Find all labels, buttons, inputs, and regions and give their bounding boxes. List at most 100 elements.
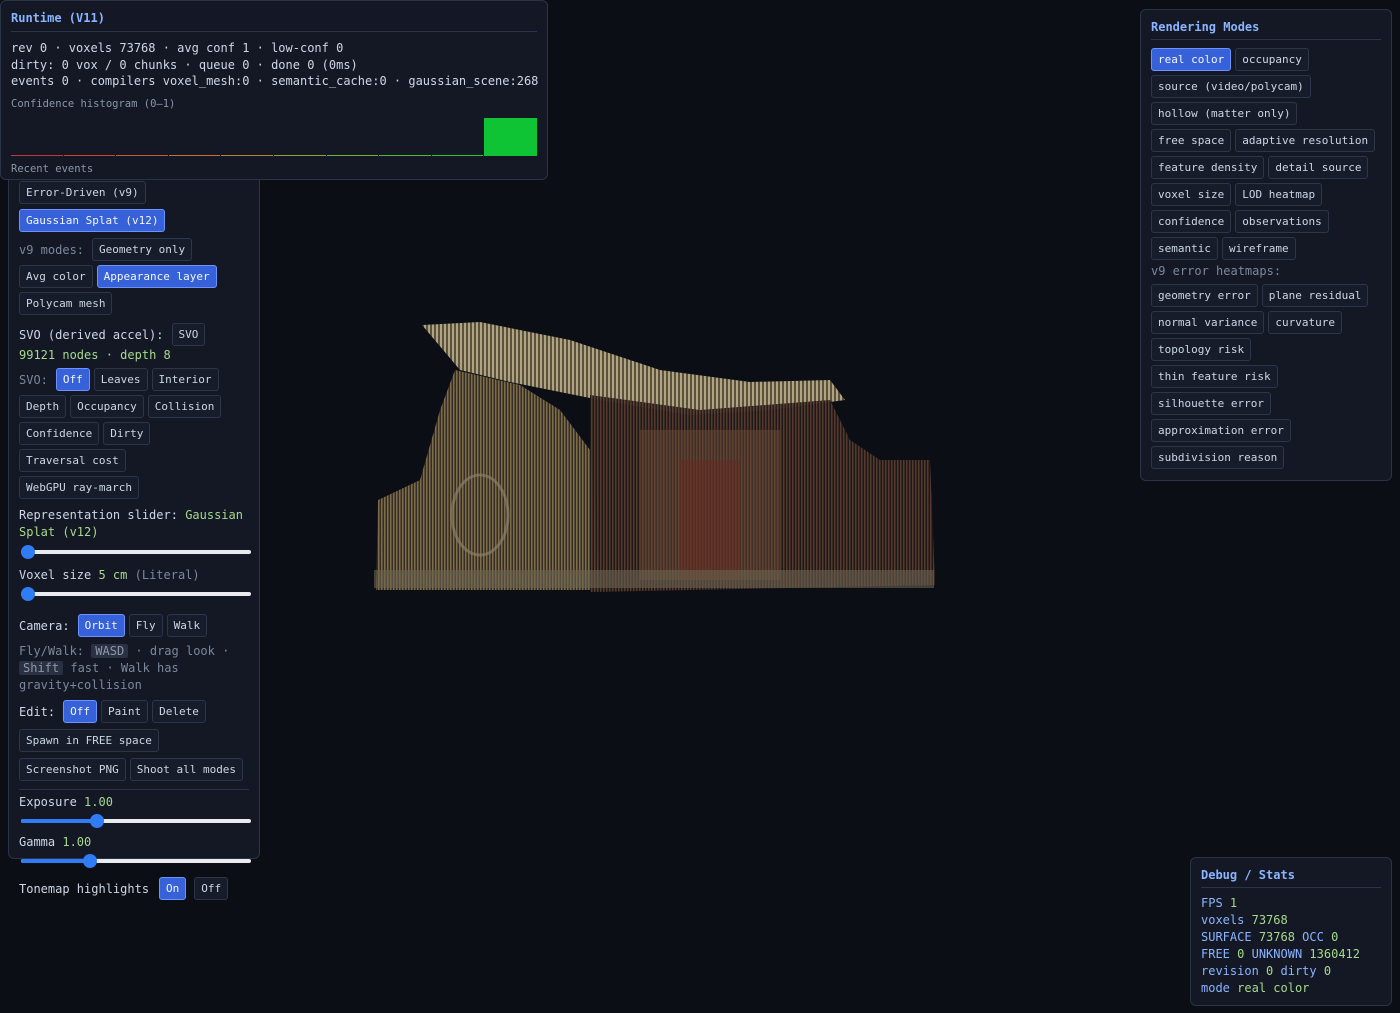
modes-row: real color occupancy (1151, 48, 1381, 71)
debug-title: Debug / Stats (1201, 868, 1381, 888)
heatmap-thin-feature-risk-button[interactable]: thin feature risk (1151, 365, 1278, 388)
svo-leaves-button[interactable]: Leaves (93, 368, 148, 391)
render-mode-wireframe-button[interactable]: wireframe (1221, 237, 1296, 260)
heatmap-geometry-error-button[interactable]: geometry error (1151, 284, 1258, 307)
scene-left-wall (376, 370, 600, 590)
tonemap-off-button[interactable]: Off (194, 877, 229, 900)
render-mode-free-space-button[interactable]: free space (1151, 129, 1232, 152)
svo-dirty-button[interactable]: Dirty (103, 422, 151, 445)
render-mode-adaptive-resolution-button[interactable]: adaptive resolution (1235, 129, 1376, 152)
render-mode-voxel-size-button[interactable]: voxel size (1151, 183, 1232, 206)
shoot-all-modes-button[interactable]: Shoot all modes (129, 758, 244, 781)
gamma-label: Gamma (19, 835, 56, 849)
render-mode-feature-density-button[interactable]: feature density (1151, 156, 1265, 179)
surface-stat: SURFACE 73768 OCC 0 (1201, 930, 1339, 944)
v9-polycam-mesh-button[interactable]: Polycam mesh (19, 292, 113, 315)
runtime-panel: Runtime (V11) rev 0 · voxels 73768 · avg… (0, 0, 548, 180)
render-mode-source-video-polycam-button[interactable]: source (video/polycam) (1151, 75, 1311, 98)
heatmap-row: subdivision reason (1151, 446, 1381, 469)
svo-webgpu-ray-march-button[interactable]: WebGPU ray-march (19, 476, 139, 499)
v9-geometry-only-button[interactable]: Geometry only (92, 238, 193, 261)
modes-row: source (video/polycam) (1151, 75, 1381, 98)
wasd-key: WASD (91, 644, 129, 658)
shift-key: Shift (19, 661, 64, 675)
svo-traversal-cost-button[interactable]: Traversal cost (19, 449, 126, 472)
camera-orbit-button[interactable]: Orbit (77, 614, 125, 637)
runtime-stats-line-1: rev 0 · voxels 73768 · avg conf 1 · low-… (11, 41, 344, 55)
camera-fly-button[interactable]: Fly (128, 614, 163, 637)
free-stat: FREE 0 UNKNOWN 1360412 (1201, 947, 1360, 961)
render-mode-lod-heatmap-button[interactable]: LOD heatmap (1235, 183, 1323, 206)
tonemap-label: Tonemap highlights (19, 881, 150, 896)
heatmap-plane-residual-button[interactable]: plane residual (1261, 284, 1369, 307)
histogram-bar (484, 117, 537, 156)
v9-avg-color-button[interactable]: Avg color (19, 265, 93, 288)
v9-appearance-layer-button[interactable]: Appearance layer (96, 265, 217, 288)
revision-stat: revision 0 dirty 0 (1201, 964, 1332, 978)
heatmap-row: normal variance curvature (1151, 311, 1381, 334)
render-mode-confidence-button[interactable]: confidence (1151, 210, 1232, 233)
exposure-slider[interactable] (21, 813, 251, 829)
histogram-baseline (63, 154, 116, 156)
heatmap-row: geometry error plane residual (1151, 284, 1381, 307)
render-mode-observations-button[interactable]: observations (1235, 210, 1329, 233)
render-mode-semantic-button[interactable]: semantic (1151, 237, 1218, 260)
runtime-stats-line-2: dirty: 0 vox / 0 chunks · queue 0 · done… (11, 57, 358, 72)
svo-depth-button[interactable]: Depth (19, 395, 67, 418)
heatmap-silhouette-error-button[interactable]: silhouette error (1151, 392, 1271, 415)
svo-confidence-button[interactable]: Confidence (19, 422, 100, 445)
debug-stats-panel: Debug / Stats FPS 1 voxels 73768 SURFACE… (1190, 857, 1392, 1006)
voxel-size-label: Voxel size (19, 568, 92, 582)
svo-collision-button[interactable]: Collision (147, 395, 222, 418)
edit-delete-button[interactable]: Delete (152, 700, 206, 723)
voxel-scene-viewport[interactable] (360, 300, 960, 620)
mode-error-driven-v9-button[interactable]: Error-Driven (v9) (19, 181, 146, 204)
scene-red-block (680, 460, 740, 580)
histogram-baseline (116, 154, 168, 156)
svo-off-button[interactable]: Off (55, 368, 90, 391)
runtime-title: Runtime (V11) (11, 11, 537, 32)
svo-button[interactable]: SVO (171, 323, 206, 346)
rendering-modes-panel: Rendering Modes real color occupancy sourc… (1140, 9, 1392, 481)
voxel-size-value: 5 cm (98, 568, 128, 582)
svo-nodes: 99121 nodes (19, 348, 99, 362)
histogram-label: Confidence histogram (0–1) (11, 97, 176, 110)
fps-stat: FPS 1 (1201, 896, 1238, 910)
mode-gaussian-splat-v12-button[interactable]: Gaussian Splat (v12) (19, 209, 166, 232)
histogram-baseline (221, 154, 273, 156)
svo-occupancy-button[interactable]: Occupancy (70, 395, 144, 418)
representation-slider[interactable] (21, 544, 251, 560)
histogram-baseline (431, 154, 484, 156)
render-mode-occupancy-button[interactable]: occupancy (1235, 48, 1309, 71)
edit-off-button[interactable]: Off (63, 700, 97, 723)
histogram-baseline (379, 154, 431, 156)
render-mode-detail-source-button[interactable]: detail source (1268, 156, 1369, 179)
tonemap-on-button[interactable]: On (159, 877, 187, 900)
camera-walk-button[interactable]: Walk (166, 614, 208, 637)
heatmap-subdivision-reason-button[interactable]: subdivision reason (1151, 446, 1285, 469)
heatmap-topology-risk-button[interactable]: topology risk (1151, 338, 1252, 361)
render-mode-hollow-matter-only-button[interactable]: hollow (matter only) (1151, 102, 1298, 125)
heatmap-curvature-button[interactable]: curvature (1268, 311, 1342, 334)
recent-events-label: Recent events (11, 162, 94, 175)
modes-row: confidence observations (1151, 210, 1381, 233)
heatmap-normal-variance-button[interactable]: normal variance (1151, 311, 1265, 334)
modes-row: semantic wireframe (1151, 237, 1381, 260)
heatmap-approximation-error-button[interactable]: approximation error (1151, 419, 1291, 442)
heatmaps-label: v9 error heatmaps: (1151, 264, 1282, 278)
exposure-label: Exposure (19, 795, 77, 809)
voxels-stat: voxels 73768 (1201, 913, 1288, 927)
histogram-baseline (326, 154, 379, 156)
render-mode-real-color-button[interactable]: real color (1151, 48, 1232, 71)
screenshot-png-button[interactable]: Screenshot PNG (19, 758, 126, 781)
edit-paint-button[interactable]: Paint (101, 700, 149, 723)
svo-interior-button[interactable]: Interior (151, 368, 219, 391)
histogram-baseline (168, 154, 221, 156)
modes-row: feature density detail source (1151, 156, 1381, 179)
gamma-slider[interactable] (21, 853, 251, 869)
left-control-panel: Error-Driven (v9) Gaussian Splat (v12) v9… (8, 170, 260, 900)
fly-walk-label: Fly/Walk: (19, 644, 85, 658)
voxel-size-slider[interactable] (21, 586, 251, 602)
confidence-histogram (11, 117, 537, 156)
spawn-free-space-button[interactable]: Spawn in FREE space (19, 729, 159, 752)
